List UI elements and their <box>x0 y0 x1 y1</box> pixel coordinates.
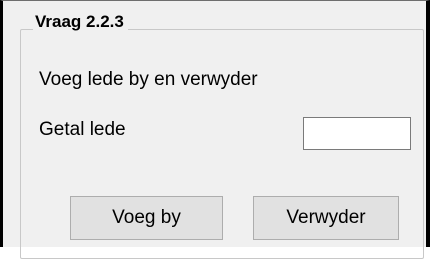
window-frame: Vraag 2.2.3 Voeg lede by en verwyder Get… <box>0 0 430 259</box>
description-label: Voeg lede by en verwyder <box>39 69 258 90</box>
member-count-input[interactable] <box>303 117 411 150</box>
member-count-label: Getal lede <box>39 119 126 140</box>
add-button[interactable]: Voeg by <box>70 196 223 240</box>
remove-button[interactable]: Verwyder <box>253 196 399 240</box>
group-box-title: Vraag 2.2.3 <box>33 11 128 33</box>
